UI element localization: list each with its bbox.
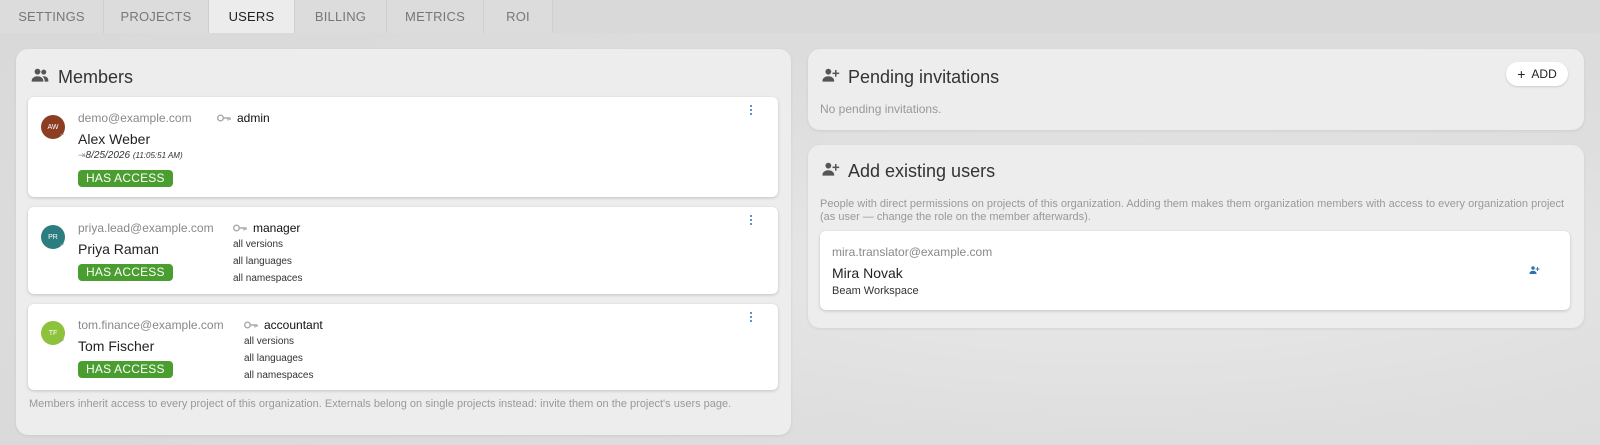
tab-projects[interactable]: PROJECTS: [104, 0, 209, 33]
member-name: Alex Weber: [78, 131, 151, 147]
member-card: AW ⤶ demo@example.com Alex Weber ⇥8/25/2…: [28, 97, 778, 197]
member-name: Priya Raman: [78, 241, 159, 257]
login-icon: ⤶: [60, 337, 64, 344]
tab-users[interactable]: USERS: [209, 0, 295, 33]
role-label: manager: [253, 221, 301, 235]
add-user-icon[interactable]: [1528, 263, 1542, 275]
pending-invitations-panel: Pending invitations + ADD No pending inv…: [808, 49, 1584, 130]
pending-title: Pending invitations: [820, 65, 999, 90]
add-existing-users-panel: Add existing users People with direct pe…: [808, 145, 1584, 328]
member-role[interactable]: admin: [217, 111, 270, 125]
scope-languages: all languages: [244, 353, 303, 364]
role-label: admin: [237, 111, 270, 125]
member-email: tom.finance@example.com: [78, 318, 224, 332]
add-button-label: ADD: [1531, 67, 1557, 81]
members-panel: Members AW ⤶ demo@example.com Alex Weber…: [16, 49, 791, 435]
member-name: Tom Fischer: [78, 338, 155, 354]
key-icon: [233, 221, 247, 235]
more-options-icon[interactable]: [749, 215, 753, 227]
person-add-icon: [820, 65, 840, 90]
key-icon: [244, 318, 258, 332]
tab-roi[interactable]: ROI: [484, 0, 553, 33]
more-options-icon[interactable]: [749, 312, 753, 324]
members-footnote: Members inherit access to every project …: [29, 398, 732, 410]
scope-versions: all versions: [244, 336, 295, 347]
last-login-icon: ⇥: [78, 150, 86, 160]
member-email: demo@example.com: [78, 111, 192, 125]
login-icon: ⤶: [60, 131, 64, 138]
existing-user-name: Mira Novak: [832, 265, 903, 281]
scope-versions: all versions: [233, 239, 284, 250]
member-role[interactable]: accountant: [244, 318, 323, 332]
login-icon: ⤶: [60, 241, 64, 248]
member-email: priya.lead@example.com: [78, 221, 214, 235]
members-title: Members: [30, 65, 133, 90]
existing-title: Add existing users: [820, 159, 995, 184]
status-badge: HAS ACCESS: [78, 264, 173, 281]
members-title-text: Members: [58, 67, 134, 87]
person-add-icon: [820, 159, 840, 184]
plus-icon: +: [1517, 66, 1526, 82]
member-card: TF ⤶ tom.finance@example.com Tom Fischer…: [28, 304, 778, 390]
last-login: ⇥8/25/2026 (11:05:51 AM): [78, 150, 183, 161]
pending-title-text: Pending invitations: [848, 67, 1000, 87]
scope-languages: all languages: [233, 256, 292, 267]
tab-settings[interactable]: SETTINGS: [0, 0, 104, 33]
existing-user-email: mira.translator@example.com: [832, 245, 993, 259]
existing-description: People with direct permissions on projec…: [820, 198, 1565, 223]
role-label: accountant: [264, 318, 323, 332]
more-options-icon[interactable]: [749, 105, 753, 117]
last-login-date: 8/25/2026: [85, 150, 131, 161]
pending-empty-text: No pending invitations.: [820, 102, 942, 116]
group-icon: [30, 65, 50, 90]
key-icon: [217, 111, 231, 125]
existing-user-workspace: Beam Workspace: [832, 285, 919, 297]
tab-metrics[interactable]: METRICS: [387, 0, 484, 33]
tab-bar: SETTINGS PROJECTS USERS BILLING METRICS …: [0, 0, 1600, 33]
status-badge: HAS ACCESS: [78, 361, 173, 378]
add-invitation-button[interactable]: + ADD: [1506, 62, 1568, 86]
existing-user-card: mira.translator@example.com Mira Novak B…: [820, 231, 1570, 310]
existing-title-text: Add existing users: [848, 161, 996, 181]
member-role[interactable]: manager: [233, 221, 300, 235]
tab-billing[interactable]: BILLING: [295, 0, 387, 33]
status-badge: HAS ACCESS: [78, 170, 173, 187]
scope-namespaces: all namespaces: [233, 273, 303, 284]
scope-namespaces: all namespaces: [244, 370, 314, 381]
last-login-time: (11:05:51 AM): [132, 151, 183, 160]
member-card: PR ⤶ priya.lead@example.com Priya Raman …: [28, 207, 778, 294]
